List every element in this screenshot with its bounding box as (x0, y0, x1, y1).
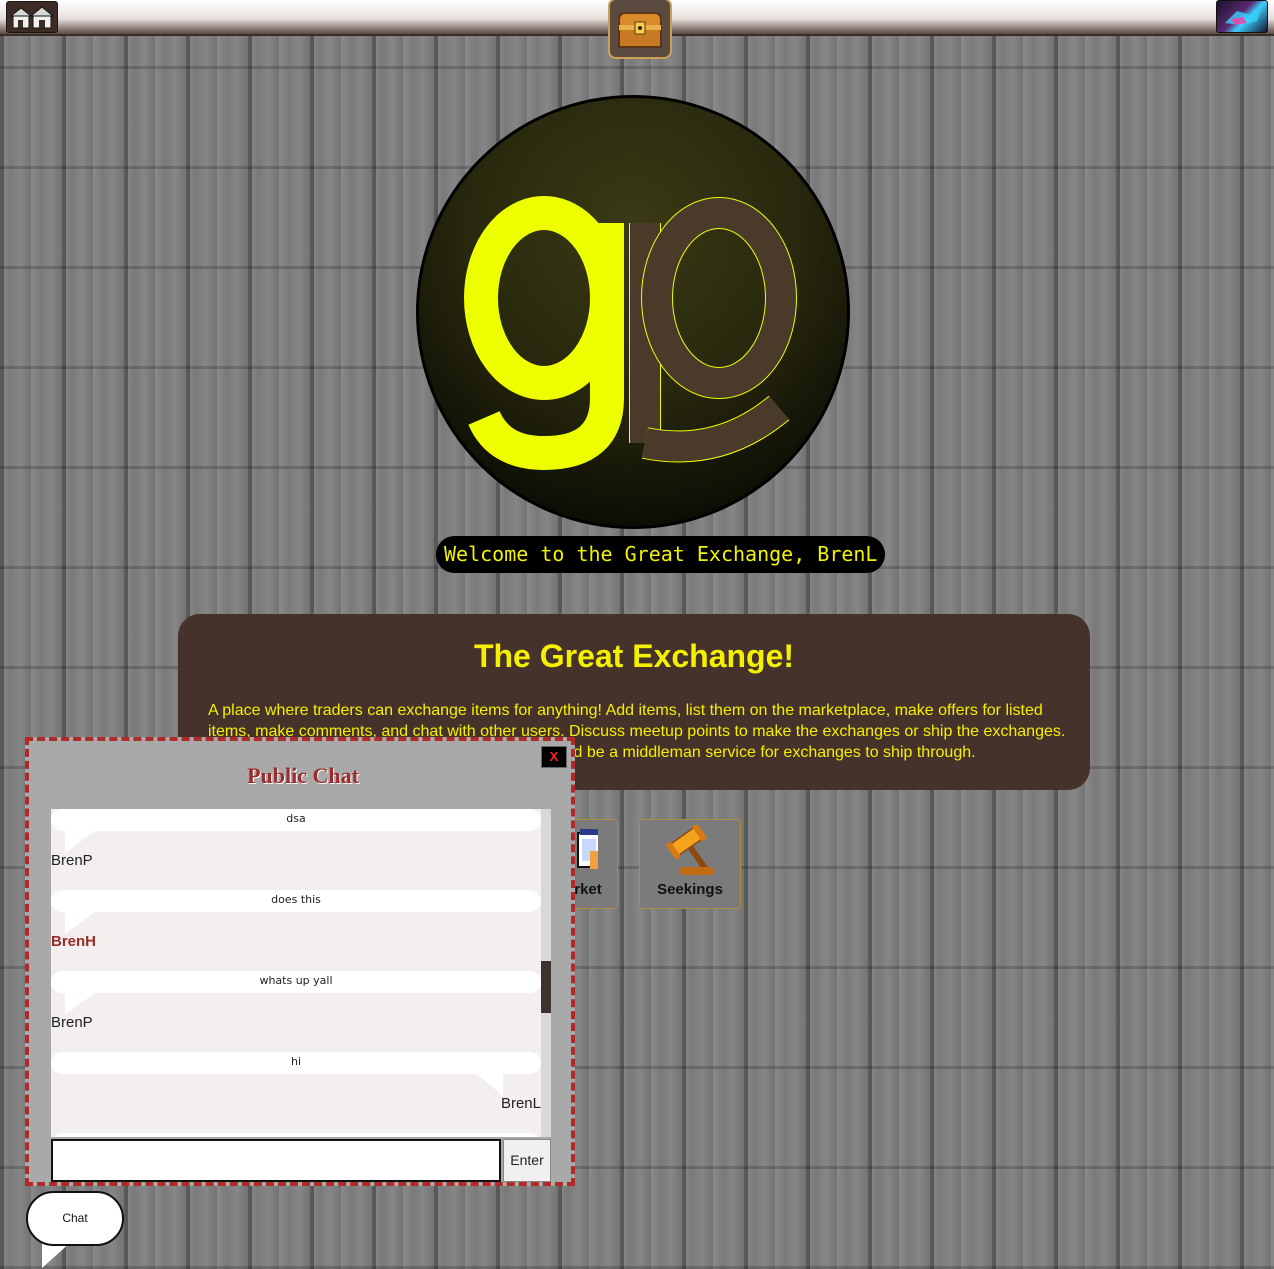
profile-avatar-icon (1225, 9, 1261, 25)
chat-title: Public Chat (247, 763, 359, 788)
chat-message: whats up yall BrenP (51, 971, 541, 1052)
welcome-banner: Welcome to the Great Exchange, BrenL (436, 536, 886, 573)
home-button[interactable] (6, 1, 58, 33)
seekings-tile[interactable]: Seekings (639, 819, 741, 909)
public-chat-window: X Public Chat dsa BrenP does this BrenH … (25, 737, 575, 1186)
chat-message-log[interactable]: dsa BrenP does this BrenH whats up yall … (51, 809, 541, 1137)
seekings-label: Seekings (657, 881, 723, 898)
gp-logo-icon (464, 196, 797, 471)
chat-message-partial (51, 1133, 541, 1137)
site-logo (416, 95, 850, 529)
chat-scrollbar[interactable] (541, 809, 551, 1137)
chat-sender: BrenH (51, 933, 97, 950)
page-title: The Great Exchange! (473, 638, 795, 674)
chat-message-input[interactable] (51, 1139, 501, 1182)
top-navigation-bar (0, 0, 1274, 59)
chat-sender: BrenP (51, 1014, 93, 1031)
bubble-tail (65, 993, 95, 1015)
chat-message-text: dsa (51, 809, 541, 831)
treasure-chest-icon (618, 11, 662, 48)
gavel-icon (665, 825, 714, 875)
chat-sender: BrenL (500, 1095, 541, 1112)
houses-icon (9, 6, 55, 29)
chat-toggle-button[interactable]: Chat (26, 1191, 124, 1246)
profile-avatar-button[interactable] (1216, 0, 1268, 33)
chat-message: hi BrenL (51, 1052, 541, 1133)
bubble-tail (477, 1074, 503, 1096)
chat-message-text: hi (51, 1052, 541, 1074)
chat-message-text: does this (51, 890, 541, 912)
bubble-tail (65, 831, 95, 853)
chat-sender: BrenP (51, 852, 93, 869)
info-line-1: A place where traders can exchange items… (208, 702, 1043, 719)
chat-message-text: whats up yall (51, 971, 541, 993)
chat-message: does this BrenH (51, 890, 541, 971)
treasure-chest-button[interactable] (608, 0, 672, 59)
chat-enter-button[interactable]: Enter (503, 1139, 551, 1182)
chat-message: dsa BrenP (51, 809, 541, 890)
bubble-tail (65, 912, 95, 934)
chat-scrollbar-thumb[interactable] (541, 961, 551, 1013)
